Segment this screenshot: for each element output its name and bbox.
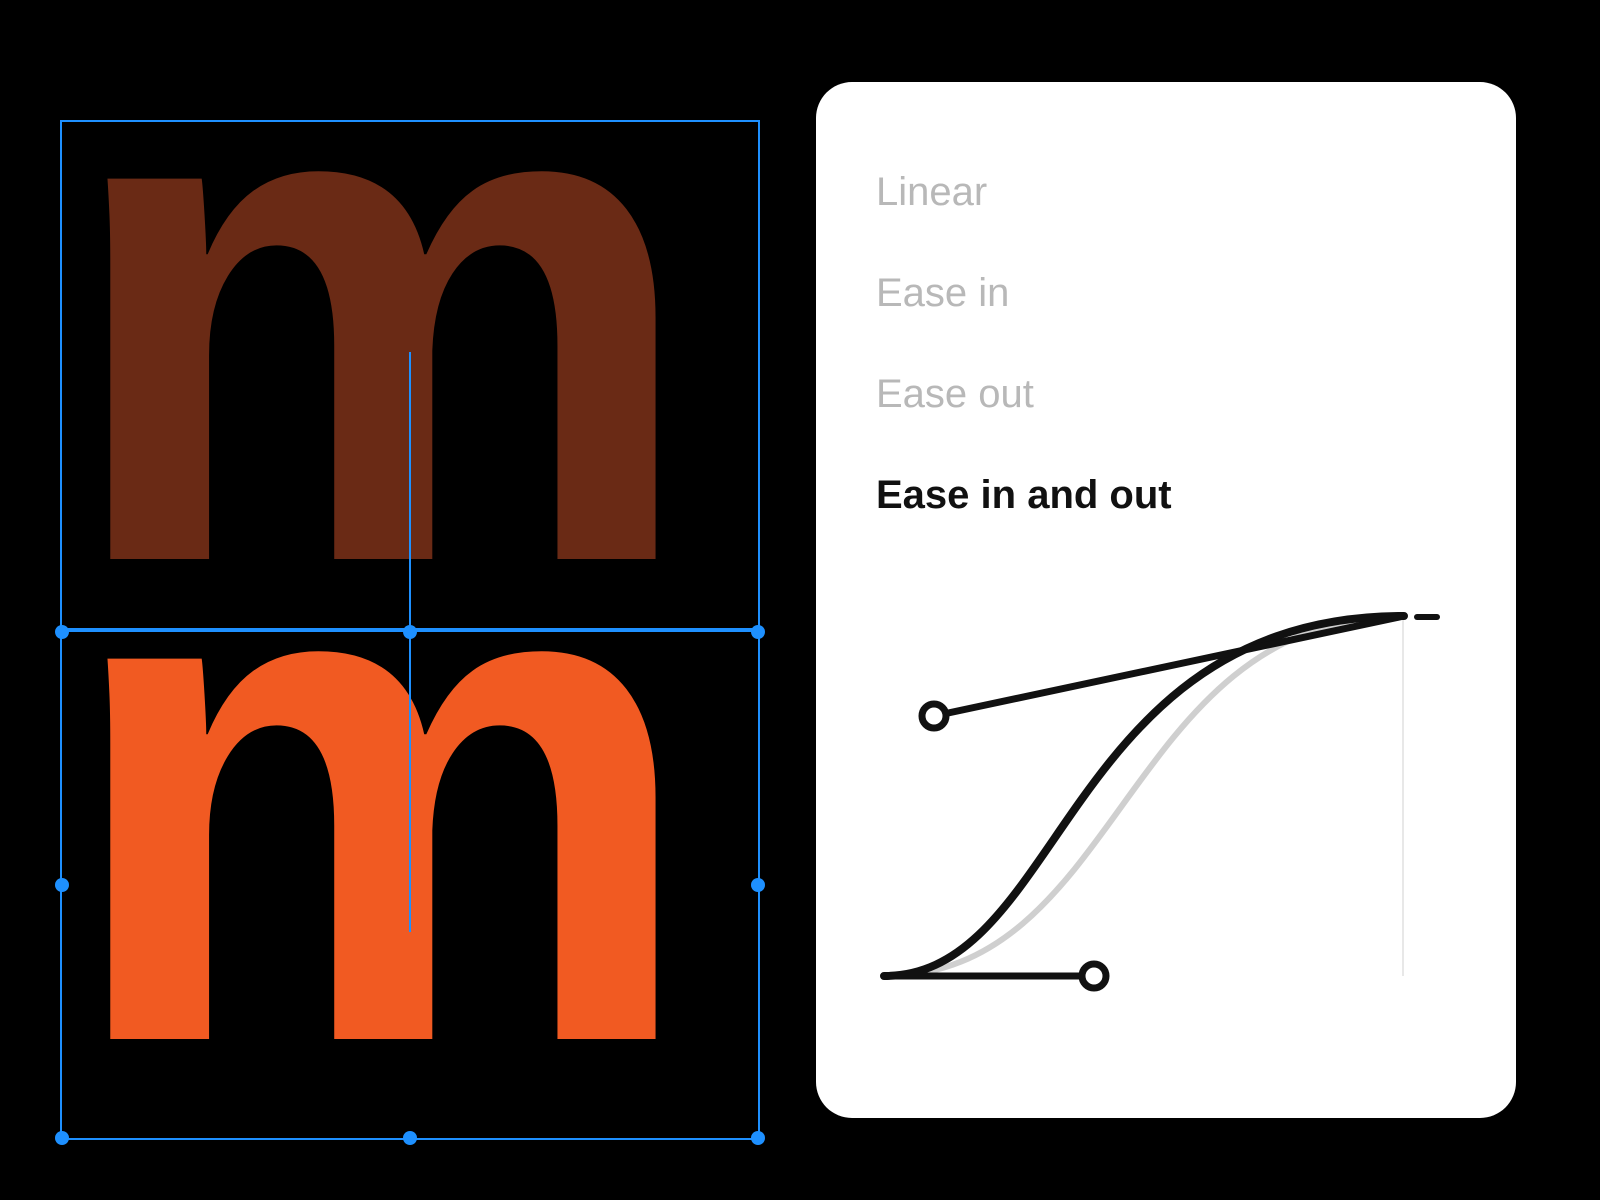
resize-handle[interactable] [751, 878, 765, 892]
resize-handle[interactable] [751, 1131, 765, 1145]
easing-option-linear[interactable]: Linear [864, 142, 1468, 243]
bezier-handle-end[interactable] [922, 704, 946, 728]
glyph-front[interactable]: m [60, 430, 686, 1150]
easing-curve[interactable] [864, 586, 1464, 1006]
easing-option-ease-out[interactable]: Ease out [864, 344, 1468, 445]
easing-curve-editor[interactable] [864, 586, 1468, 1070]
bezier-handle-start[interactable] [1082, 964, 1106, 988]
design-canvas[interactable]: m m [0, 0, 800, 1200]
resize-handle[interactable] [751, 625, 765, 639]
easing-option-ease-in[interactable]: Ease in [864, 243, 1468, 344]
easing-panel: Linear Ease in Ease out Ease in and out [816, 82, 1516, 1118]
easing-option-ease-in-and-out[interactable]: Ease in and out [864, 445, 1468, 546]
